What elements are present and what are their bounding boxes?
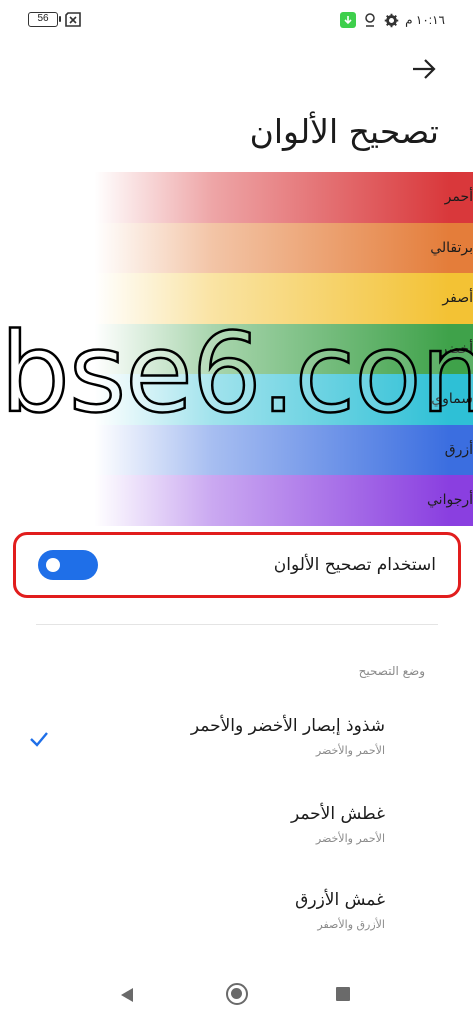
option-subtitle: الأحمر والأخضر	[315, 832, 385, 845]
section-title: وضع التصحيح	[358, 664, 425, 678]
switch-knob	[46, 558, 60, 572]
option-title: غمش الأزرق	[295, 890, 385, 910]
stripe-label: أصفر	[442, 290, 473, 307]
status-bar: 56 ١٠:١٦ م	[0, 0, 473, 40]
watermark: bse6.com	[0, 309, 473, 437]
preview-stripe: برتقالي	[0, 222, 473, 273]
use-color-correction-row[interactable]: استخدام تصحيح الألوان	[13, 532, 461, 598]
back-button[interactable]	[409, 54, 439, 84]
arrow-right-icon	[413, 59, 436, 79]
divider	[36, 624, 438, 625]
color-correction-switch[interactable]	[38, 550, 98, 580]
battery-icon: 56	[28, 12, 61, 27]
stripe-label: أحمر	[444, 189, 473, 206]
option-deuteranomaly[interactable]: شذوذ إبصار الأخضر والأحمر الأحمر والأخضر	[0, 716, 473, 776]
stripe-label: أزرق	[444, 441, 473, 458]
option-protanomaly[interactable]: غطش الأحمر الأحمر والأخضر	[0, 804, 473, 864]
status-time: ١٠:١٦ م	[405, 13, 445, 27]
toggle-label: استخدام تصحيح الألوان	[273, 555, 436, 575]
download-icon	[340, 12, 357, 28]
preview-stripe: أرجواني	[0, 475, 473, 526]
nav-home-icon[interactable]	[226, 983, 248, 1005]
no-sim-icon	[65, 12, 81, 27]
navigation-bar	[0, 966, 473, 1024]
nav-back-icon[interactable]	[118, 986, 136, 1004]
status-right: ١٠:١٦ م	[340, 10, 445, 30]
gear-icon	[384, 13, 399, 27]
stripe-label: أرجواني	[427, 492, 473, 509]
preview-stripe: أحمر	[0, 172, 473, 223]
option-title: غطش الأحمر	[290, 804, 385, 824]
option-subtitle: الأزرق والأصفر	[317, 918, 385, 931]
stripe-label: برتقالي	[430, 239, 473, 256]
option-tritanomaly[interactable]: غمش الأزرق الأزرق والأصفر	[0, 890, 473, 950]
check-icon	[30, 732, 48, 747]
option-title: شذوذ إبصار الأخضر والأحمر	[190, 716, 385, 736]
nav-recents-icon[interactable]	[336, 987, 350, 1001]
option-subtitle: الأحمر والأخضر	[315, 744, 385, 757]
page-title: تصحيح الألوان	[249, 112, 439, 151]
location-icon	[365, 13, 375, 27]
